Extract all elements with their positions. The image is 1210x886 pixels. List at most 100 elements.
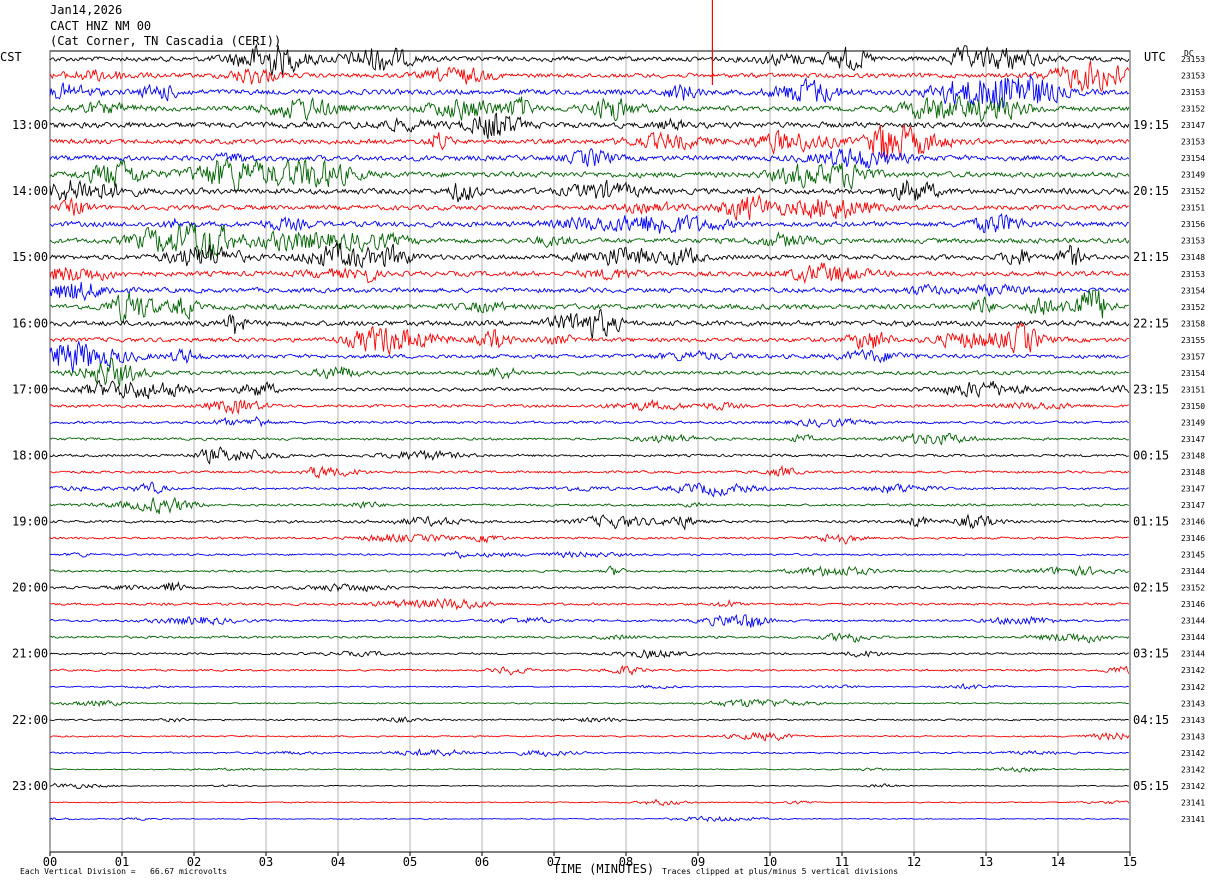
dc-offset-label: 23142 [1181, 782, 1205, 791]
x-tick-label: 01 [115, 855, 129, 869]
seismic-trace [49, 766, 1129, 773]
seismic-trace [49, 496, 1130, 515]
seismic-trace [49, 213, 1130, 234]
dc-offset-label: 23151 [1181, 204, 1205, 213]
x-tick-label: 06 [475, 855, 489, 869]
dc-offset-label: 23142 [1181, 749, 1205, 758]
seismic-trace [49, 356, 1129, 387]
seismic-trace [49, 664, 1130, 676]
seismic-trace [49, 731, 1130, 742]
seismic-trace [49, 748, 1129, 758]
seismic-trace [49, 432, 1129, 446]
x-tick-label: 05 [403, 855, 417, 869]
dc-offset-label: 23143 [1181, 699, 1205, 708]
dc-offset-label: 23152 [1181, 303, 1205, 312]
seismic-trace [49, 446, 1129, 465]
right-time-label: 04:15 [1133, 713, 1169, 727]
right-time-label: 02:15 [1133, 581, 1169, 595]
x-tick-label: 13 [979, 855, 993, 869]
right-time-label: 20:15 [1133, 184, 1169, 198]
right-time-label: 22:15 [1133, 316, 1169, 330]
dc-offset-label: 23144 [1181, 633, 1205, 642]
dc-offset-label: 23146 [1181, 518, 1205, 527]
dc-offset-label: 23145 [1181, 551, 1205, 560]
x-tick-label: 02 [187, 855, 201, 869]
x-tick-label: 15 [1123, 855, 1137, 869]
dc-offset-label: 23148 [1181, 451, 1205, 460]
left-time-label: 18:00 [12, 448, 48, 462]
dc-offset-label: 23147 [1181, 121, 1205, 130]
seismic-trace [49, 533, 1129, 545]
seismic-trace [49, 340, 1129, 373]
dc-offset-label: 23155 [1181, 336, 1205, 345]
dc-offset-label: 23143 [1181, 716, 1205, 725]
seismic-trace [49, 481, 1129, 498]
left-time-label: 19:00 [12, 515, 48, 529]
seismic-trace [49, 379, 1130, 400]
seismic-trace [49, 147, 1130, 169]
dc-offset-label: 23154 [1181, 369, 1205, 378]
seismic-trace [49, 649, 1129, 660]
dc-offset-label: 23149 [1181, 171, 1205, 180]
dc-offset-label: 23147 [1181, 435, 1205, 444]
x-tick-label: 07 [547, 855, 561, 869]
dc-offset-label: 23142 [1181, 683, 1205, 692]
seismic-trace [49, 43, 1130, 76]
dc-offset-label: 23154 [1181, 286, 1205, 295]
dc-offset-label: 23147 [1181, 485, 1205, 494]
dc-offset-label: 23151 [1181, 385, 1205, 394]
dc-offset-label: 23153 [1181, 72, 1205, 81]
x-tick-label: 11 [835, 855, 849, 869]
left-time-label: 20:00 [12, 581, 48, 595]
right-time-label: 01:15 [1133, 515, 1169, 529]
dc-offset-label: 23153 [1181, 237, 1205, 246]
dc-offset-label: 23153 [1181, 270, 1205, 279]
dc-offset-label: 23149 [1181, 418, 1205, 427]
x-tick-label: 03 [259, 855, 273, 869]
dc-offset-label: 23158 [1181, 319, 1205, 328]
x-tick-label: 08 [619, 855, 633, 869]
dc-offset-label: 23148 [1181, 253, 1205, 262]
seismic-trace [50, 598, 1130, 611]
x-tick-label: 12 [907, 855, 921, 869]
left-time-label: 17:00 [12, 382, 48, 396]
left-time-label: 15:00 [12, 250, 48, 264]
seismic-trace [49, 242, 1130, 269]
left-time-label: 23:00 [12, 779, 48, 793]
dc-offset-label: 23148 [1181, 468, 1205, 477]
left-time-label: 21:00 [12, 647, 48, 661]
seismic-trace [49, 564, 1130, 577]
seismic-trace [49, 783, 1129, 790]
seismic-trace [49, 464, 1130, 479]
dc-offset-label: 23142 [1181, 666, 1205, 675]
seismic-trace [49, 613, 1129, 628]
left-time-label: 14:00 [12, 184, 48, 198]
right-time-label: 19:15 [1133, 118, 1169, 132]
left-time-label: 13:00 [12, 118, 48, 132]
seismic-trace [49, 322, 1129, 356]
dc-offset-label: 23153 [1181, 88, 1205, 97]
dc-offset-label: 23153 [1181, 55, 1205, 64]
seismic-trace [49, 157, 1130, 192]
seismic-trace [49, 581, 1130, 593]
seismic-trace [49, 308, 1130, 339]
x-tick-label: 00 [43, 855, 57, 869]
dc-offset-label: 23152 [1181, 105, 1205, 114]
dc-offset-label: 23152 [1181, 187, 1205, 196]
x-tick-label: 14 [1051, 855, 1065, 869]
seismic-trace [49, 815, 1129, 823]
dc-offset-label: 23150 [1181, 402, 1205, 411]
dc-offset-label: 23153 [1181, 138, 1205, 147]
dc-offset-label: 23142 [1181, 765, 1205, 774]
right-time-label: 00:15 [1133, 448, 1169, 462]
seismic-trace [49, 194, 1129, 221]
dc-offset-label: 23146 [1181, 600, 1205, 609]
dc-offset-label: 23144 [1181, 617, 1205, 626]
right-time-label: 05:15 [1133, 779, 1169, 793]
right-time-label: 03:15 [1133, 647, 1169, 661]
seismic-trace [49, 262, 1130, 285]
dc-offset-label: 23156 [1181, 220, 1205, 229]
seismic-trace [49, 698, 1129, 708]
dc-offset-label: 23143 [1181, 732, 1205, 741]
seismic-trace [49, 798, 1130, 807]
